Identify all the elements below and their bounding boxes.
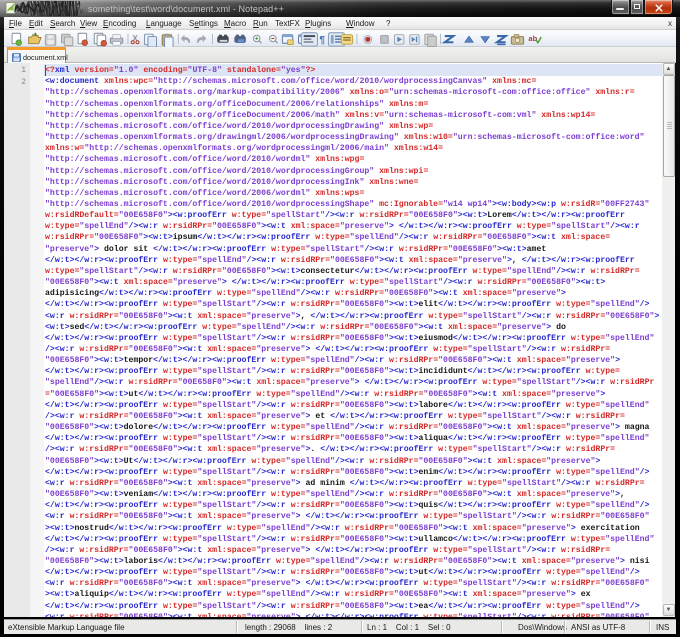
svg-text:¶: ¶ bbox=[319, 35, 325, 46]
